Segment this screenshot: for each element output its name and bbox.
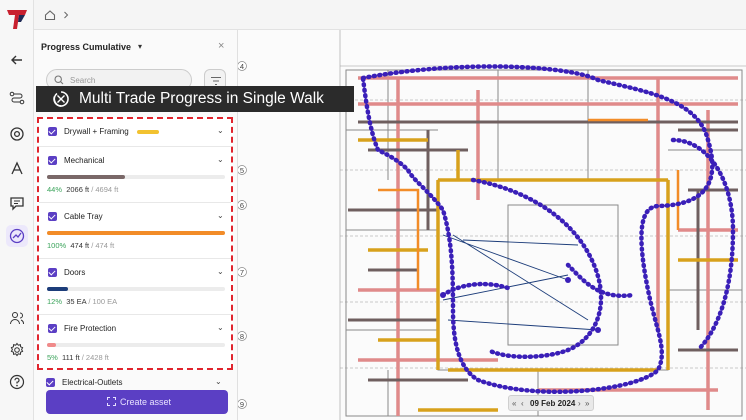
progress-percent: 100% (47, 241, 67, 250)
color-swatch (137, 130, 159, 134)
plan-marker: 8 (240, 332, 244, 341)
chevron-down-icon[interactable]: ⌄ (217, 267, 224, 276)
app-logo-icon[interactable] (4, 6, 30, 32)
progress-stats: 100% 474 ft / 474 ft (47, 241, 114, 250)
progress-fill (47, 343, 56, 347)
plan-marker: 4 (240, 62, 244, 71)
help-icon[interactable] (9, 374, 25, 390)
plan-marker: 9 (240, 400, 244, 409)
progress-fill (47, 231, 225, 235)
progress-total: / 4694 ft (91, 185, 119, 194)
progress-track (47, 287, 225, 291)
plan-marker: 6 (240, 201, 244, 210)
progress-track (47, 343, 225, 347)
trade-item-cable-tray[interactable]: Cable Tray ⌄ 100% 474 ft / 474 ft (39, 203, 231, 259)
measure-icon[interactable] (9, 160, 25, 176)
title-banner: Multi Trade Progress in Single Walk (36, 86, 354, 112)
trade-name: Drywall + Framing (64, 127, 129, 136)
next-button[interactable]: › (578, 399, 581, 408)
camera-icon[interactable] (9, 126, 25, 142)
panel-title[interactable]: Progress Cumulative (41, 42, 131, 52)
prev-button[interactable]: ‹ (521, 399, 524, 408)
chevron-down-icon[interactable]: ▾ (138, 42, 142, 51)
prev-fast-button[interactable]: « (512, 399, 516, 408)
trade-name: Cable Tray (64, 212, 103, 221)
filter-icon (211, 76, 221, 86)
progress-percent: 44% (47, 185, 63, 194)
checkbox[interactable] (46, 378, 55, 387)
progress-total: / 100 EA (88, 297, 118, 306)
users-icon[interactable] (9, 310, 25, 326)
trade-item-mechanical[interactable]: Mechanical ⌄ 44% 2066 ft / 4694 ft (39, 147, 231, 203)
progress-done: 35 EA (66, 297, 87, 306)
chevron-down-icon[interactable]: ⌄ (217, 211, 224, 220)
plan-marker: 5 (240, 166, 244, 175)
chevron-down-icon[interactable]: ⌄ (215, 377, 222, 386)
trade-name: Electrical-Outlets (62, 378, 123, 387)
close-icon[interactable]: × (218, 40, 224, 52)
back-arrow-icon[interactable] (9, 52, 25, 68)
progress-percent: 12% (47, 297, 63, 306)
progress-total: / 474 ft (91, 241, 115, 250)
progress-done: 474 ft (70, 241, 90, 250)
checkbox[interactable] (48, 324, 57, 333)
progress-stats: 12% 35 EA / 100 EA (47, 297, 117, 306)
next-fast-button[interactable]: » (585, 399, 589, 408)
progress-done: 111 ft (62, 353, 80, 362)
trade-item-doors[interactable]: Doors ⌄ 12% 35 EA / 100 EA (39, 259, 231, 315)
trade-item-electrical-outlets[interactable]: Electrical-Outlets ⌄ (37, 372, 233, 390)
date-navigator[interactable]: « ‹ 09 Feb 2024 › » (508, 395, 594, 411)
progress-stats: 44% 2066 ft / 4694 ft (47, 185, 118, 194)
comment-icon[interactable] (9, 195, 25, 211)
trade-progress-list: Drywall + Framing ⌄ Mechanical ⌄ 44% 206… (37, 117, 233, 370)
checkbox[interactable] (48, 156, 57, 165)
progress-track (47, 175, 225, 179)
asset-icon (107, 397, 116, 406)
cycle-icon (53, 91, 69, 107)
chevron-down-icon[interactable]: ⌄ (217, 155, 224, 164)
settings-gear-icon[interactable] (9, 342, 25, 358)
trade-item-drywall-framing[interactable]: Drywall + Framing ⌄ (39, 119, 231, 147)
icon-rail (0, 0, 34, 420)
progress-fill (47, 287, 69, 291)
current-date[interactable]: 09 Feb 2024 (530, 399, 575, 408)
checkbox[interactable] (48, 127, 57, 136)
chevron-right-icon (64, 11, 69, 19)
progress-chart-icon[interactable] (9, 228, 25, 244)
banner-title: Multi Trade Progress in Single Walk (79, 90, 324, 107)
plan-marker: 7 (240, 268, 244, 277)
search-placeholder: Search (70, 76, 96, 85)
breadcrumb-bar (34, 0, 746, 30)
create-asset-label: Create asset (120, 397, 172, 407)
progress-percent: 5% (47, 353, 58, 362)
chevron-down-icon[interactable]: ⌄ (217, 323, 224, 332)
search-icon (54, 75, 64, 85)
progress-done: 2066 ft (66, 185, 90, 194)
progress-stats: 5% 111 ft / 2428 ft (47, 353, 109, 362)
trade-name: Doors (64, 268, 86, 277)
progress-fill (47, 175, 126, 179)
checkbox[interactable] (48, 268, 57, 277)
trade-name: Mechanical (64, 156, 105, 165)
progress-track (47, 231, 225, 235)
create-asset-button[interactable]: Create asset (46, 390, 228, 414)
progress-total: / 2428 ft (81, 353, 109, 362)
trade-item-fire-protection[interactable]: Fire Protection ⌄ 5% 111 ft / 2428 ft (39, 315, 231, 368)
chevron-down-icon[interactable]: ⌄ (217, 126, 224, 135)
trade-name: Fire Protection (64, 324, 117, 333)
checkbox[interactable] (48, 212, 57, 221)
route-icon[interactable] (9, 90, 25, 106)
home-icon[interactable] (44, 9, 56, 21)
